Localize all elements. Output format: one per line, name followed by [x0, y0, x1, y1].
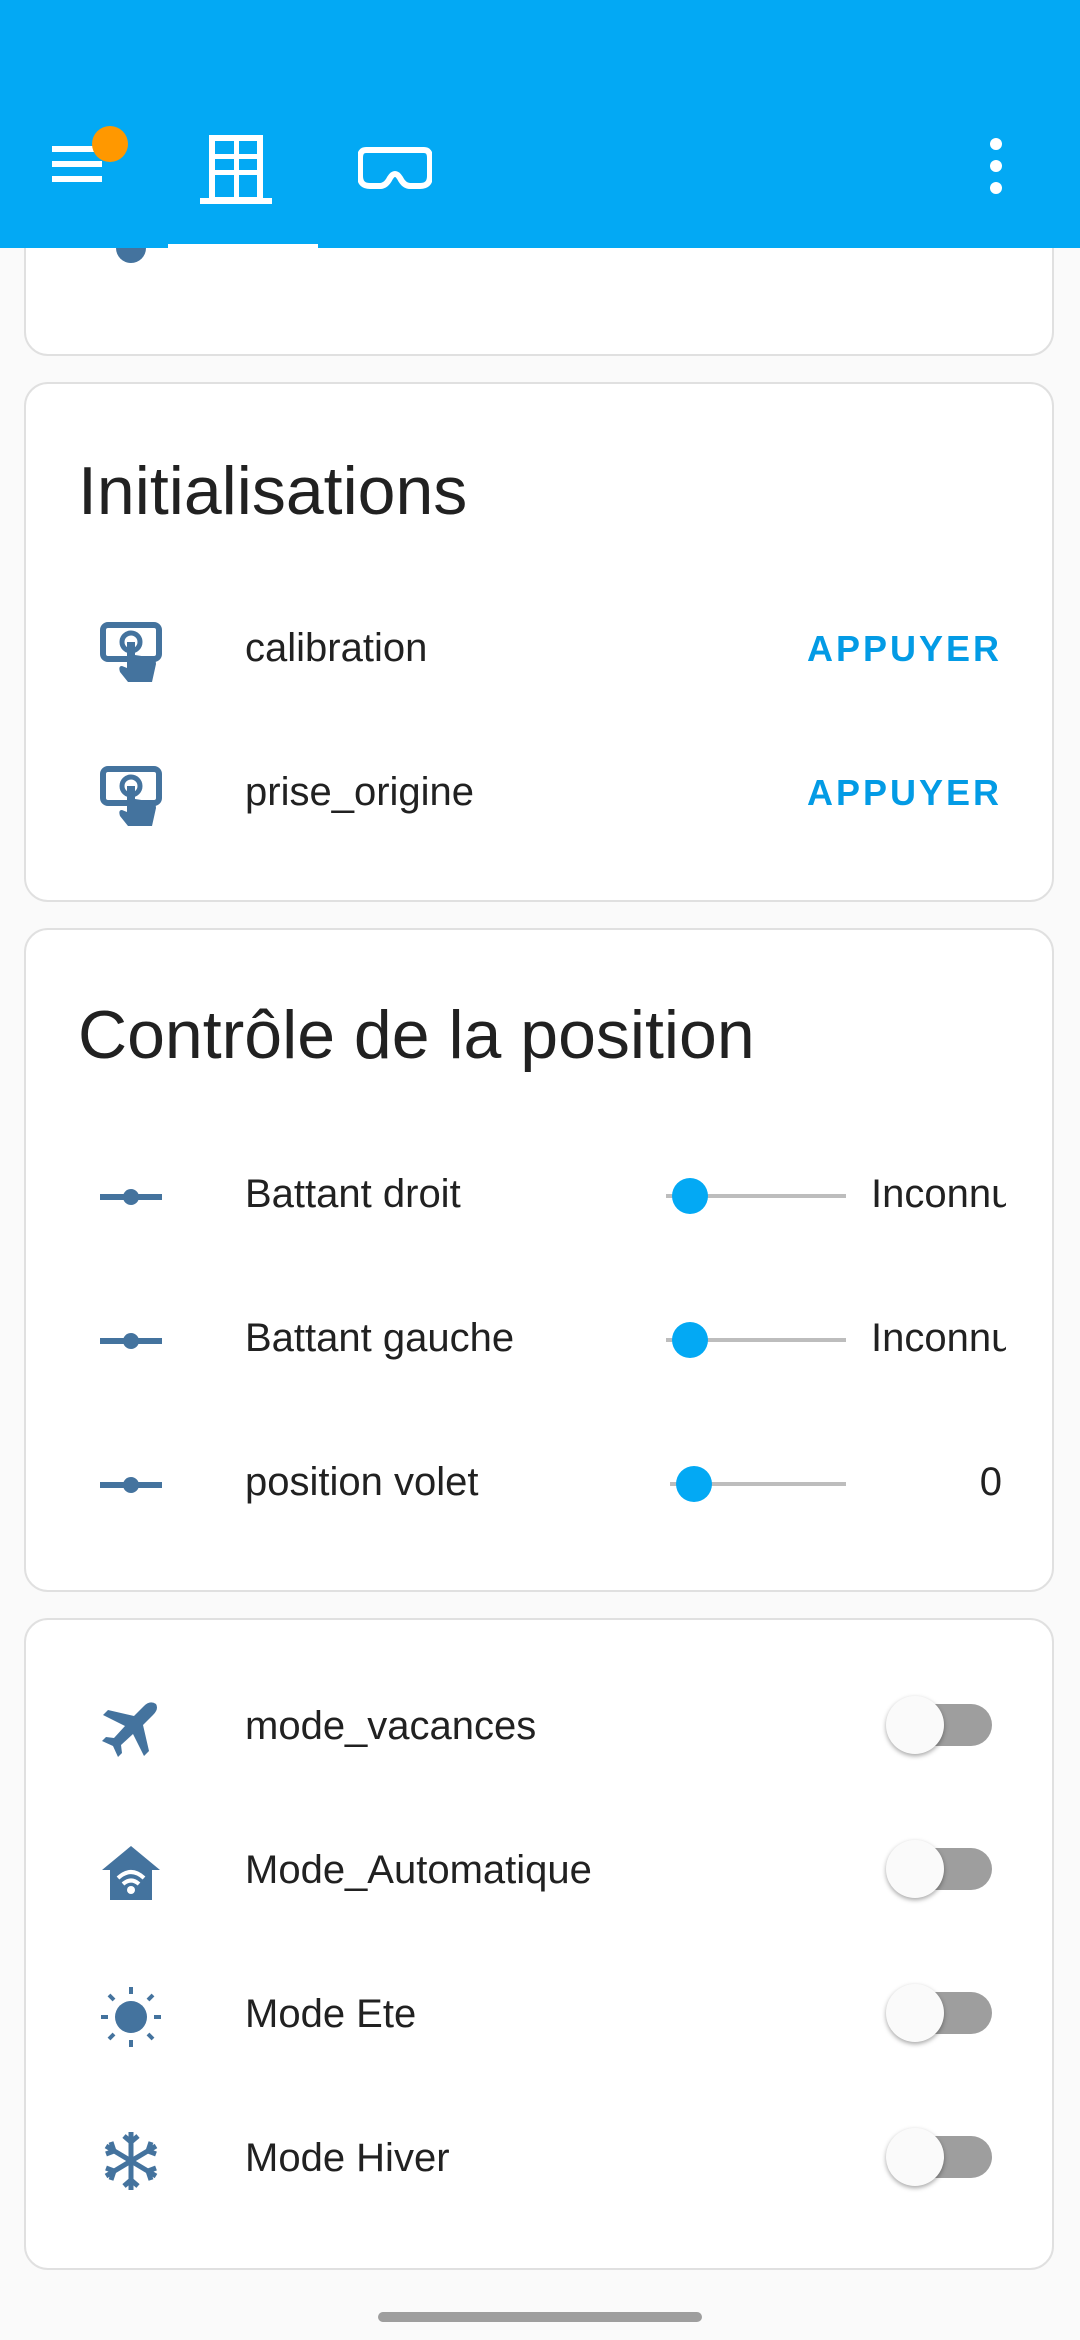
entity-label: Battant gauche — [245, 1316, 515, 1360]
card-title: Contrôle de la position — [78, 997, 755, 1073]
toggle-knob — [886, 1696, 944, 1754]
building-icon[interactable] — [200, 132, 280, 212]
entity-label: Mode_Automatique — [245, 1848, 592, 1892]
toggle-switch[interactable] — [884, 1696, 1004, 1756]
entity-state: Inconnu — [871, 1172, 1006, 1216]
snowflake-icon — [104, 2132, 158, 2190]
home-indicator[interactable] — [378, 2312, 702, 2322]
entity-row-calibration: calibration APPUYER — [26, 600, 1052, 696]
toggle-knob — [886, 1840, 944, 1898]
entity-label: position volet — [245, 1460, 479, 1504]
entity-row-battant-gauche: Battant gauche Inconnu — [26, 1290, 1052, 1386]
entity-row-prise-origine: prise_origine APPUYER — [26, 744, 1052, 840]
position-card: Contrôle de la position Battant droit In… — [24, 928, 1054, 1592]
modes-card: mode_vacances Mode_Automatique Mode Ete … — [24, 1618, 1054, 2270]
entity-label: Mode Ete — [245, 1992, 417, 2036]
entity-row-mode-ete: Mode Ete — [26, 1966, 1052, 2062]
sun-icon — [101, 1987, 161, 2047]
toggle-switch[interactable] — [884, 1840, 1004, 1900]
notification-badge — [92, 126, 128, 162]
initialisations-card: Initialisations calibration APPUYER pris… — [24, 382, 1054, 902]
entity-label: prise_origine — [245, 770, 475, 814]
app-bar — [0, 0, 1080, 248]
entity-row-mode-vacances: mode_vacances — [26, 1678, 1052, 1774]
entity-row-mode-automatique: Mode_Automatique — [26, 1822, 1052, 1918]
card-title: Initialisations — [78, 453, 468, 529]
toggle-switch[interactable] — [884, 1984, 1004, 2044]
toggle-switch[interactable] — [884, 2128, 1004, 2188]
entity-state: 0 — [979, 1460, 1002, 1504]
entity-label: Mode Hiver — [245, 2136, 450, 2180]
ray-vertex-icon — [100, 1333, 162, 1349]
vr-headset-icon[interactable] — [358, 140, 432, 196]
airplane-icon — [102, 1702, 157, 1757]
entity-state: Inconnu — [871, 1316, 1006, 1360]
slider-thumb[interactable] — [672, 1322, 708, 1358]
toggle-knob — [886, 2128, 944, 2186]
press-button[interactable]: APPUYER — [807, 772, 1002, 814]
gesture-tap-button-icon — [100, 622, 162, 682]
entity-label: Battant droit — [245, 1172, 461, 1216]
home-automation-icon — [102, 1846, 160, 1900]
slider-thumb[interactable] — [676, 1466, 712, 1502]
more-vert-icon[interactable] — [984, 136, 1008, 196]
entity-label: calibration — [245, 626, 428, 670]
entity-row-battant-droit: Battant droit Inconnu — [26, 1146, 1052, 1242]
entity-row-position-volet: position volet 0 — [26, 1434, 1052, 1530]
slider-thumb[interactable] — [672, 1178, 708, 1214]
position-slider[interactable] — [666, 1176, 846, 1216]
ray-vertex-icon — [100, 1477, 162, 1493]
entity-label: mode_vacances — [245, 1704, 537, 1748]
gesture-tap-button-icon — [100, 766, 162, 826]
toggle-knob — [886, 1984, 944, 2042]
position-slider[interactable] — [666, 1320, 846, 1360]
position-slider[interactable] — [670, 1464, 846, 1504]
ray-vertex-icon — [100, 1189, 162, 1205]
press-button[interactable]: APPUYER — [807, 628, 1002, 670]
active-tab-indicator — [168, 244, 318, 248]
entity-row-mode-hiver: Mode Hiver — [26, 2110, 1052, 2206]
